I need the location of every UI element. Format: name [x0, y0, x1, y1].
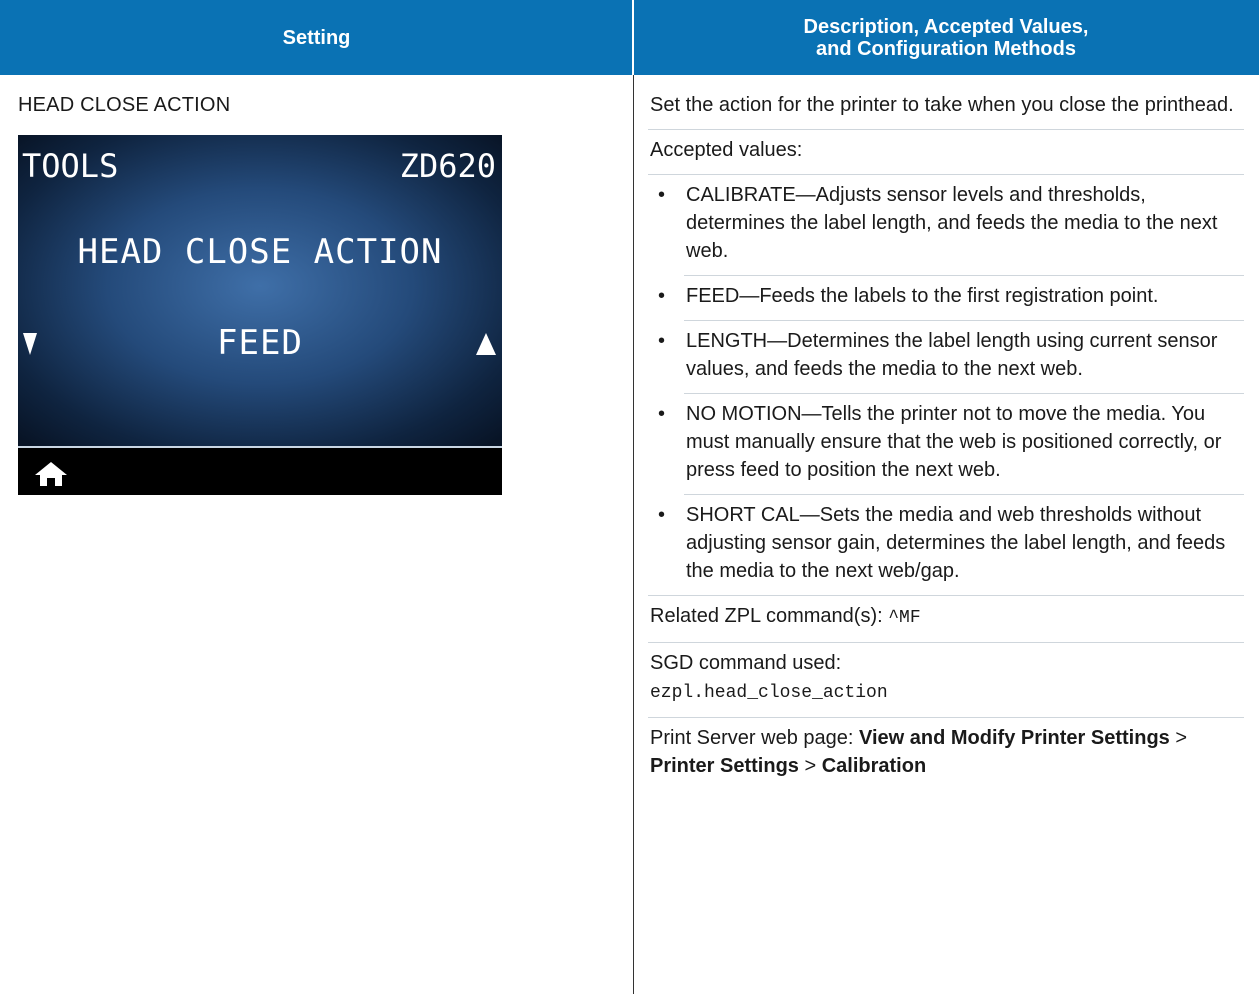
description-cell: Set the action for the printer to take w… — [648, 91, 1244, 790]
zpl-command-row: Related ZPL command(s): ^MF — [650, 602, 1242, 632]
header-description-line1: Description, Accepted Values, — [803, 15, 1089, 38]
web-label: Print Server web page: — [650, 727, 859, 749]
zpl-label: Related ZPL command(s): — [650, 605, 889, 627]
up-arrow-icon — [476, 333, 496, 355]
list-item: • NO MOTION—Tells the printer not to move… — [650, 393, 1244, 484]
row-separator — [648, 129, 1244, 130]
web-separator: > — [1169, 727, 1188, 749]
accepted-values-list: • CALIBRATE—Adjusts sensor levels and thr… — [650, 181, 1244, 585]
column-divider — [633, 75, 634, 994]
value-feed: FEED—Feeds the labels to the first regis… — [686, 285, 1159, 307]
sgd-command: ezpl.head_close_action — [650, 683, 888, 703]
screen-setting-title: HEAD CLOSE ACTION — [77, 232, 443, 272]
sgd-label: SGD command used: — [650, 652, 842, 674]
value-short-cal: SHORT CAL—Sets the media and web thresho… — [686, 504, 1226, 582]
web-path-printer-settings: Printer Settings — [650, 755, 799, 777]
web-separator: > — [798, 755, 822, 777]
screen-model-label: ZD620 — [399, 147, 496, 185]
sgd-command-row: SGD command used: ezpl.head_close_action — [650, 649, 1242, 707]
accepted-values-label: Accepted values: — [650, 139, 803, 161]
screen-menu-label: TOOLS — [22, 147, 119, 185]
setting-name: HEAD CLOSE ACTION — [18, 94, 231, 116]
list-item: • CALIBRATE—Adjusts sensor levels and thr… — [658, 184, 1218, 262]
row-separator — [648, 642, 1244, 643]
row-separator — [648, 717, 1244, 718]
screen-bottom-bar — [18, 448, 502, 495]
web-path-view-modify: View and Modify Printer Settings — [859, 727, 1170, 749]
printer-display-screen: TOOLS ZD620 HEAD CLOSE ACTION FEED — [18, 135, 502, 495]
list-item: • FEED—Feeds the labels to the first regi… — [650, 275, 1244, 310]
list-item: • SHORT CAL—Sets the media and web thresh… — [650, 494, 1244, 585]
row-separator — [648, 174, 1244, 175]
screen-setting-value: FEED — [217, 323, 303, 363]
list-item: • LENGTH—Determines the label length usin… — [650, 320, 1244, 383]
row-separator — [648, 595, 1244, 596]
web-path-calibration: Calibration — [821, 755, 927, 777]
settings-table: Setting Description, Accepted Values, and… — [0, 0, 1259, 994]
value-length: LENGTH—Determines the label length using… — [686, 330, 1218, 380]
header-description-line2: and Configuration Methods — [816, 37, 1076, 60]
value-no-motion: NO MOTION—Tells the printer not to move … — [686, 403, 1222, 481]
header-description: Description, Accepted Values, and Configu… — [633, 0, 1259, 75]
web-page-row: Print Server web page: View and Modify P… — [650, 724, 1242, 780]
zpl-command: ^MF — [888, 608, 921, 628]
header-divider — [632, 0, 634, 75]
description-intro: Set the action for the printer to take w… — [650, 94, 1234, 116]
header-setting: Setting — [0, 0, 633, 75]
value-calibrate: CALIBRATE—Adjusts sensor levels and thre… — [686, 184, 1218, 262]
home-icon — [35, 462, 67, 486]
